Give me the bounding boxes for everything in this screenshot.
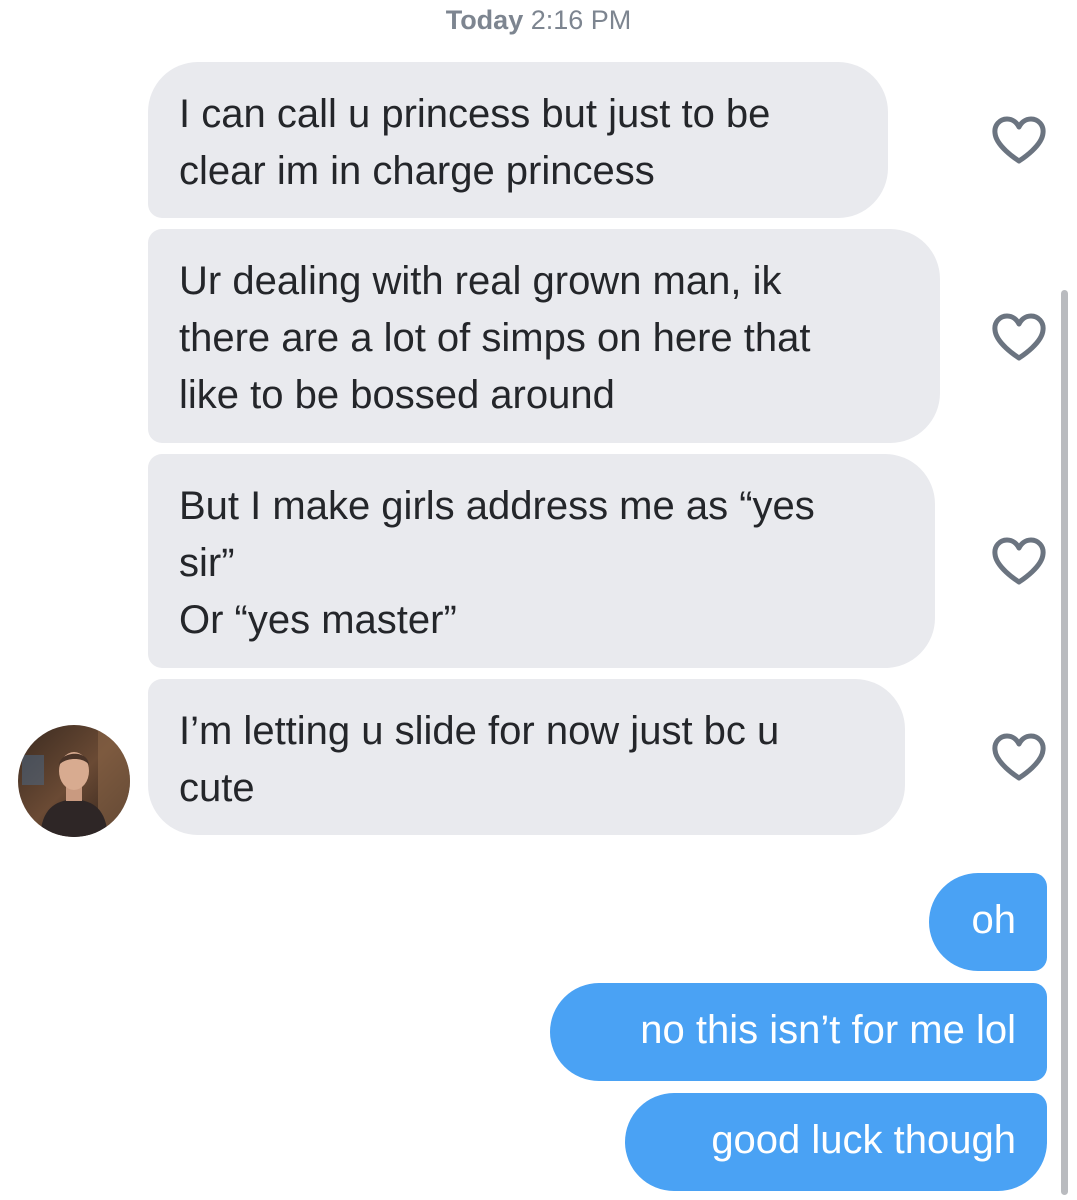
incoming-message-2[interactable]: Ur dealing with real grown man, ik there… [148,229,940,443]
incoming-message-3[interactable]: But I make girls address me as “yes sir”… [148,454,935,668]
timestamp-time: 2:16 PM [530,5,632,35]
message-timestamp: Today 2:16 PM [0,2,1077,38]
outgoing-message-3[interactable]: good luck though [625,1093,1047,1191]
contact-avatar[interactable] [18,725,130,837]
like-button[interactable] [990,536,1048,588]
heart-outline-icon [992,733,1046,781]
timestamp-day: Today [445,5,524,35]
like-button[interactable] [990,732,1048,784]
avatar-photo [18,725,130,837]
like-button[interactable] [990,312,1048,364]
like-button[interactable] [990,115,1048,167]
heart-outline-icon [992,116,1046,164]
heart-outline-icon [992,537,1046,585]
incoming-message-4[interactable]: I’m letting u slide for now just bc u cu… [148,679,905,835]
outgoing-message-1[interactable]: oh [929,873,1047,971]
incoming-message-1[interactable]: I can call u princess but just to be cle… [148,62,888,218]
outgoing-message-2[interactable]: no this isn’t for me lol [550,983,1047,1081]
scrollbar[interactable] [1061,290,1068,1195]
heart-outline-icon [992,313,1046,361]
